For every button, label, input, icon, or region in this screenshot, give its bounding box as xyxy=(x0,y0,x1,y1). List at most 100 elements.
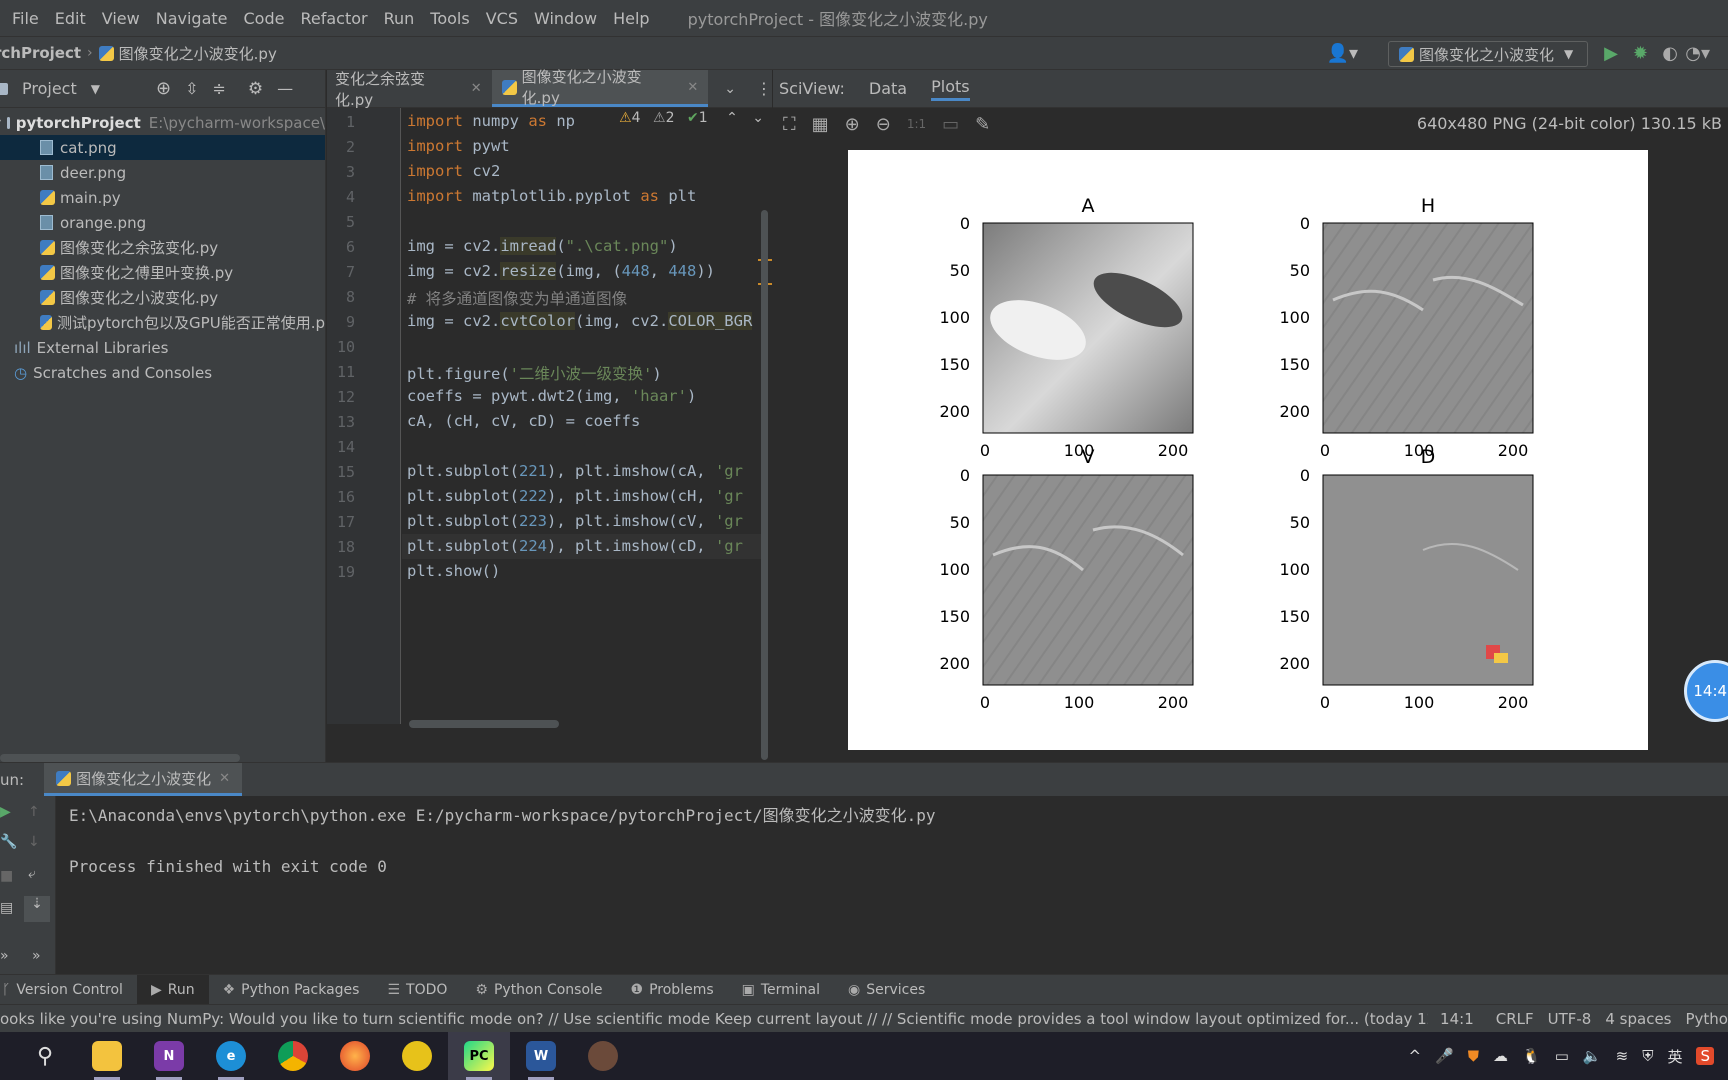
coverage-icon[interactable]: ◐ xyxy=(1662,43,1678,64)
chevron-down-icon[interactable]: ▾ xyxy=(0,117,1,128)
breadcrumb-file[interactable]: 图像变化之小波变化.py xyxy=(119,43,277,64)
code-line[interactable]: plt.show() xyxy=(407,562,500,580)
battery-icon[interactable]: ▭ xyxy=(1555,1047,1569,1065)
tab-terminal[interactable]: ▣ Terminal xyxy=(728,975,834,1004)
tree-file-fourier-py[interactable]: 图像变化之傅里叶变换.py xyxy=(0,260,325,285)
fit-icon[interactable]: ⛶ xyxy=(783,114,796,135)
close-icon[interactable]: ✕ xyxy=(687,80,698,95)
volume-icon[interactable]: 🔈 xyxy=(1583,1047,1602,1065)
tab-wavelet[interactable]: 图像变化之小波变化.py ✕ xyxy=(491,68,709,107)
code-line[interactable]: import numpy as np xyxy=(407,112,575,130)
code-line[interactable]: plt.subplot(223), plt.imshow(cV, 'gr xyxy=(407,512,743,530)
tree-file-deer-png[interactable]: deer.png xyxy=(0,160,325,185)
chevron-down-icon[interactable]: ▼ xyxy=(91,82,100,96)
file-encoding[interactable]: UTF-8 xyxy=(1548,1010,1592,1028)
interpreter[interactable]: Pytho xyxy=(1686,1010,1728,1028)
background-icon[interactable]: ▭ xyxy=(942,114,959,135)
taskbar-onenote[interactable]: N xyxy=(138,1032,200,1080)
tab-todo[interactable]: ☰ TODO xyxy=(373,975,461,1004)
plot-image[interactable]: A 0 50 100 150 200 0 100 200 H 0 50 100 … xyxy=(848,150,1648,750)
collapse-all-icon[interactable]: ≑ xyxy=(212,79,225,98)
breadcrumb-project[interactable]: rchProject xyxy=(0,44,81,62)
tab-version-control[interactable]: ᚴ Version Control xyxy=(0,975,137,1004)
debug-icon[interactable]: ✹ xyxy=(1633,43,1648,64)
taskbar-chrome[interactable] xyxy=(262,1032,324,1080)
more-icon[interactable]: ⋮ xyxy=(756,79,772,98)
tree-file-gpu-test-py[interactable]: 测试pytorch包以及GPU能否正常使用.p xyxy=(0,310,325,335)
arrow-up-icon[interactable]: ↑ xyxy=(28,804,40,820)
code-line[interactable]: import matplotlib.pyplot as plt xyxy=(407,187,696,205)
close-icon[interactable]: ✕ xyxy=(219,771,230,786)
menu-file[interactable]: File xyxy=(12,9,39,28)
arrow-down-icon[interactable]: ↓ xyxy=(28,834,40,850)
wrench-icon[interactable]: 🔧 xyxy=(0,834,17,850)
zoom-in-icon[interactable]: ⊕ xyxy=(845,114,860,135)
tab-problems[interactable]: ❶ Problems xyxy=(617,975,728,1004)
menu-refactor[interactable]: Refactor xyxy=(300,9,367,28)
tree-external-libraries[interactable]: ılıl External Libraries xyxy=(0,335,325,360)
floating-clock-widget[interactable]: 14:46 xyxy=(1684,660,1728,722)
ime-indicator[interactable]: 英 xyxy=(1667,1046,1682,1067)
horizontal-scrollbar[interactable] xyxy=(409,720,559,728)
tree-file-cat-png[interactable]: cat.png xyxy=(0,135,325,160)
security-icon[interactable]: ⛨ xyxy=(1642,1047,1653,1065)
indent-setting[interactable]: 4 spaces xyxy=(1605,1010,1671,1028)
tab-python-console[interactable]: ⚙ Python Console xyxy=(461,975,616,1004)
minimize-icon[interactable]: — xyxy=(277,79,293,98)
chevron-up-icon[interactable]: ⌃ xyxy=(726,110,738,126)
menu-code[interactable]: Code xyxy=(244,9,285,28)
soft-wrap-icon[interactable]: ⤶ xyxy=(28,866,36,882)
more-icon[interactable]: » xyxy=(0,948,9,964)
code-line[interactable]: import pywt xyxy=(407,137,510,155)
code-line[interactable]: img = cv2.cvtColor(img, cv2.COLOR_BGR xyxy=(407,312,753,330)
menu-run[interactable]: Run xyxy=(384,9,415,28)
tree-file-main-py[interactable]: main.py xyxy=(0,185,325,210)
zoom-out-icon[interactable]: ⊖ xyxy=(876,114,891,135)
run-icon[interactable]: ▶ xyxy=(1604,43,1618,64)
status-message[interactable]: ooks like you're using NumPy: Would you … xyxy=(0,1010,1428,1028)
tree-file-orange-png[interactable]: orange.png xyxy=(0,210,325,235)
locate-icon[interactable]: ⊕ xyxy=(156,78,171,99)
tab-plots[interactable]: Plots xyxy=(931,77,970,101)
chevron-down-icon[interactable]: ⌄ xyxy=(752,110,764,126)
menu-navigate[interactable]: Navigate xyxy=(156,9,228,28)
microphone-icon[interactable]: 🎤 xyxy=(1435,1047,1454,1065)
code-line[interactable]: plt.figure('二维小波一级变换') xyxy=(407,362,662,384)
stop-icon[interactable]: ■ xyxy=(0,868,13,884)
caret-position[interactable]: 14:1 xyxy=(1440,1010,1474,1028)
line-separator[interactable]: CRLF xyxy=(1496,1010,1534,1028)
run-configuration-select[interactable]: 图像变化之小波变化 ▼ xyxy=(1388,41,1588,67)
code-line[interactable]: coeffs = pywt.dwt2(img, 'haar') xyxy=(407,387,696,405)
chevron-up-icon[interactable]: ^ xyxy=(1409,1047,1422,1065)
shield-icon[interactable]: ⛊ xyxy=(1468,1047,1479,1065)
tab-run[interactable]: ▶ Run xyxy=(136,975,209,1004)
project-panel-title[interactable]: Project xyxy=(22,79,77,98)
menu-vcs[interactable]: VCS xyxy=(486,9,518,28)
run-tab[interactable]: 图像变化之小波变化 ✕ xyxy=(44,763,242,796)
tab-python-packages[interactable]: ❖ Python Packages xyxy=(209,975,374,1004)
code-line[interactable]: import cv2 xyxy=(407,162,500,180)
menu-help[interactable]: Help xyxy=(613,9,649,28)
tab-services[interactable]: ◉ Services xyxy=(834,975,939,1004)
menu-view[interactable]: View xyxy=(102,9,140,28)
code-line[interactable]: img = cv2.imread(".\cat.png") xyxy=(407,237,678,255)
vertical-scrollbar[interactable] xyxy=(761,210,768,760)
tree-root[interactable]: ▾ pytorchProject E:\pycharm-workspace\ xyxy=(0,110,325,135)
menu-window[interactable]: Window xyxy=(534,9,597,28)
tree-file-cosine-py[interactable]: 图像变化之余弦变化.py xyxy=(0,235,325,260)
code-line[interactable]: cA, (cH, cV, cD) = coeffs xyxy=(407,412,640,430)
profile-icon[interactable]: ◔▾ xyxy=(1685,43,1710,64)
tab-cosine[interactable]: 变化之余弦变化.py ✕ xyxy=(325,70,492,109)
taskbar-pycharm[interactable]: PC xyxy=(448,1032,510,1080)
menu-tools[interactable]: Tools xyxy=(430,9,469,28)
sogou-icon[interactable]: S xyxy=(1696,1047,1714,1065)
horizontal-scrollbar[interactable] xyxy=(0,754,240,762)
tab-data[interactable]: Data xyxy=(869,79,907,98)
rerun-icon[interactable]: ▶ xyxy=(0,804,11,820)
taskbar-word[interactable]: W xyxy=(510,1032,572,1080)
code-line[interactable]: img = cv2.resize(img, (448, 448)) xyxy=(407,262,715,280)
user-icon[interactable]: 👤▾ xyxy=(1327,43,1358,64)
code-line[interactable]: plt.subplot(224), plt.imshow(cD, 'gr xyxy=(407,537,743,555)
color-picker-icon[interactable]: ✎ xyxy=(975,114,990,135)
gear-icon[interactable]: ⚙ xyxy=(248,79,263,99)
